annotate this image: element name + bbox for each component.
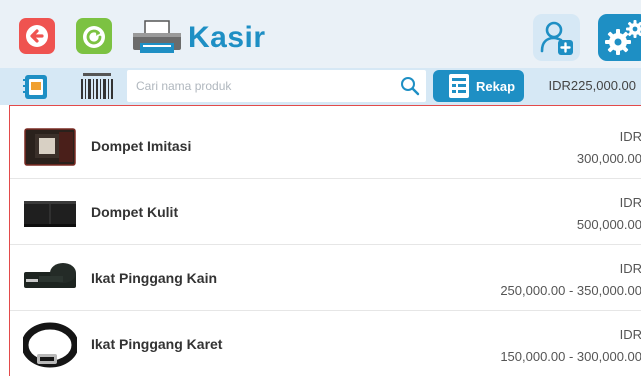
search-box <box>127 70 426 102</box>
product-price: 250,000.00 - 350,000.00 <box>500 283 641 298</box>
product-price: 150,000.00 - 300,000.00 <box>500 349 641 364</box>
back-icon <box>26 25 48 47</box>
book-icon[interactable] <box>22 74 50 100</box>
product-thumbnail <box>24 263 76 288</box>
product-thumbnail <box>23 322 77 368</box>
product-thumbnail <box>24 201 76 227</box>
price-currency: IDR <box>619 195 641 210</box>
list-item[interactable]: Dompet Imitasi IDR 300,000.00 <box>10 114 641 179</box>
printer-icon <box>131 19 183 55</box>
list-item[interactable]: Ikat Pinggang Karet IDR 150,000.00 - 300… <box>10 312 641 376</box>
toolbar: Rekap IDR225,000.00 <box>0 68 641 105</box>
product-name: Dompet Kulit <box>91 204 179 220</box>
add-user-icon <box>540 21 573 55</box>
settings-button[interactable] <box>598 14 641 61</box>
back-button[interactable] <box>19 18 55 54</box>
cart-total: IDR225,000.00 <box>548 78 636 93</box>
search-icon[interactable] <box>400 76 420 96</box>
price-currency: IDR <box>619 129 641 144</box>
product-name: Ikat Pinggang Kain <box>91 270 218 286</box>
refresh-icon <box>83 26 105 48</box>
list-item[interactable]: Dompet Kulit IDR 500,000.00 <box>10 180 641 245</box>
add-user-button[interactable] <box>533 14 580 61</box>
settings-icon <box>605 20 641 55</box>
product-thumbnail <box>24 128 76 166</box>
product-price: 300,000.00 <box>576 151 641 166</box>
top-bar: Kasir <box>0 0 641 68</box>
product-name: Ikat Pinggang Karet <box>91 336 223 352</box>
product-list: Dompet Imitasi IDR 300,000.00 Dompet Kul… <box>9 105 641 376</box>
page-title: Kasir <box>188 21 266 54</box>
refresh-button[interactable] <box>76 18 112 54</box>
rekap-label: Rekap <box>476 79 516 94</box>
product-name: Dompet Imitasi <box>91 138 192 154</box>
list-item[interactable]: Ikat Pinggang Kain IDR 250,000.00 - 350,… <box>10 246 641 311</box>
rekap-button[interactable]: Rekap <box>433 70 524 102</box>
product-price: 500,000.00 <box>576 217 641 232</box>
price-currency: IDR <box>619 327 641 342</box>
price-currency: IDR <box>619 261 641 276</box>
search-input[interactable] <box>127 70 395 102</box>
barcode-icon[interactable] <box>78 71 116 101</box>
rekap-icon <box>449 74 469 98</box>
